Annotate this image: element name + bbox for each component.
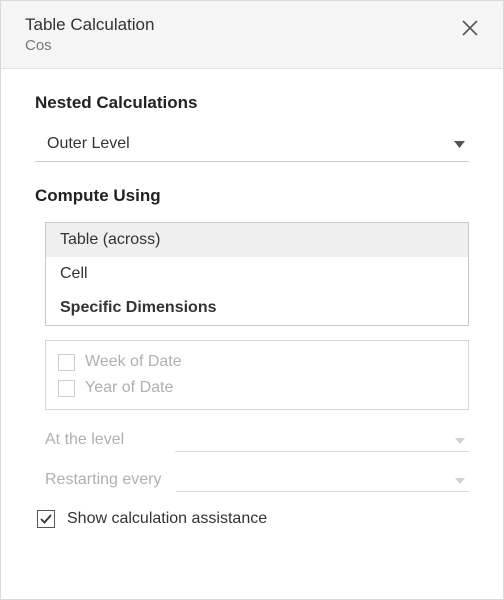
at-the-level-row: At the level [45, 428, 469, 452]
caret-down-icon [455, 471, 465, 489]
compute-using-list: Table (across) Cell Specific Dimensions [45, 222, 469, 326]
close-icon [461, 19, 479, 40]
nested-level-dropdown[interactable]: Outer Level [35, 129, 469, 162]
dialog-content: Nested Calculations Outer Level Compute … [1, 69, 503, 599]
dimension-label: Week of Date [85, 353, 182, 371]
show-assistance-row[interactable]: Show calculation assistance [37, 510, 469, 528]
compute-using-heading: Compute Using [35, 186, 469, 206]
close-button[interactable] [457, 15, 483, 44]
restarting-every-row: Restarting every [45, 468, 469, 492]
at-the-level-select [175, 428, 469, 452]
dialog-header: Table Calculation Cos [1, 1, 503, 69]
compute-option-table-across[interactable]: Table (across) [46, 223, 468, 257]
restarting-every-select [176, 468, 470, 492]
compute-option-specific-dimensions[interactable]: Specific Dimensions [46, 291, 468, 325]
header-titles: Table Calculation Cos [25, 15, 154, 54]
show-assistance-label: Show calculation assistance [67, 510, 267, 528]
at-the-level-label: At the level [45, 431, 161, 449]
checkbox-unchecked-icon[interactable] [58, 380, 75, 397]
compute-option-cell[interactable]: Cell [46, 257, 468, 291]
checkbox-unchecked-icon[interactable] [58, 354, 75, 371]
caret-down-icon [454, 135, 465, 153]
caret-down-icon [455, 431, 465, 449]
dimension-label: Year of Date [85, 379, 173, 397]
restarting-every-label: Restarting every [45, 471, 162, 489]
table-calculation-dialog: Table Calculation Cos Nested Calculation… [0, 0, 504, 600]
dialog-subtitle: Cos [25, 37, 154, 54]
nested-level-value: Outer Level [47, 135, 130, 153]
dimension-row-year[interactable]: Year of Date [56, 375, 458, 401]
dimension-row-week[interactable]: Week of Date [56, 349, 458, 375]
nested-calculations-heading: Nested Calculations [35, 93, 469, 113]
checkbox-checked-icon[interactable] [37, 510, 55, 528]
dialog-title: Table Calculation [25, 15, 154, 35]
dimensions-box: Week of Date Year of Date [45, 340, 469, 410]
